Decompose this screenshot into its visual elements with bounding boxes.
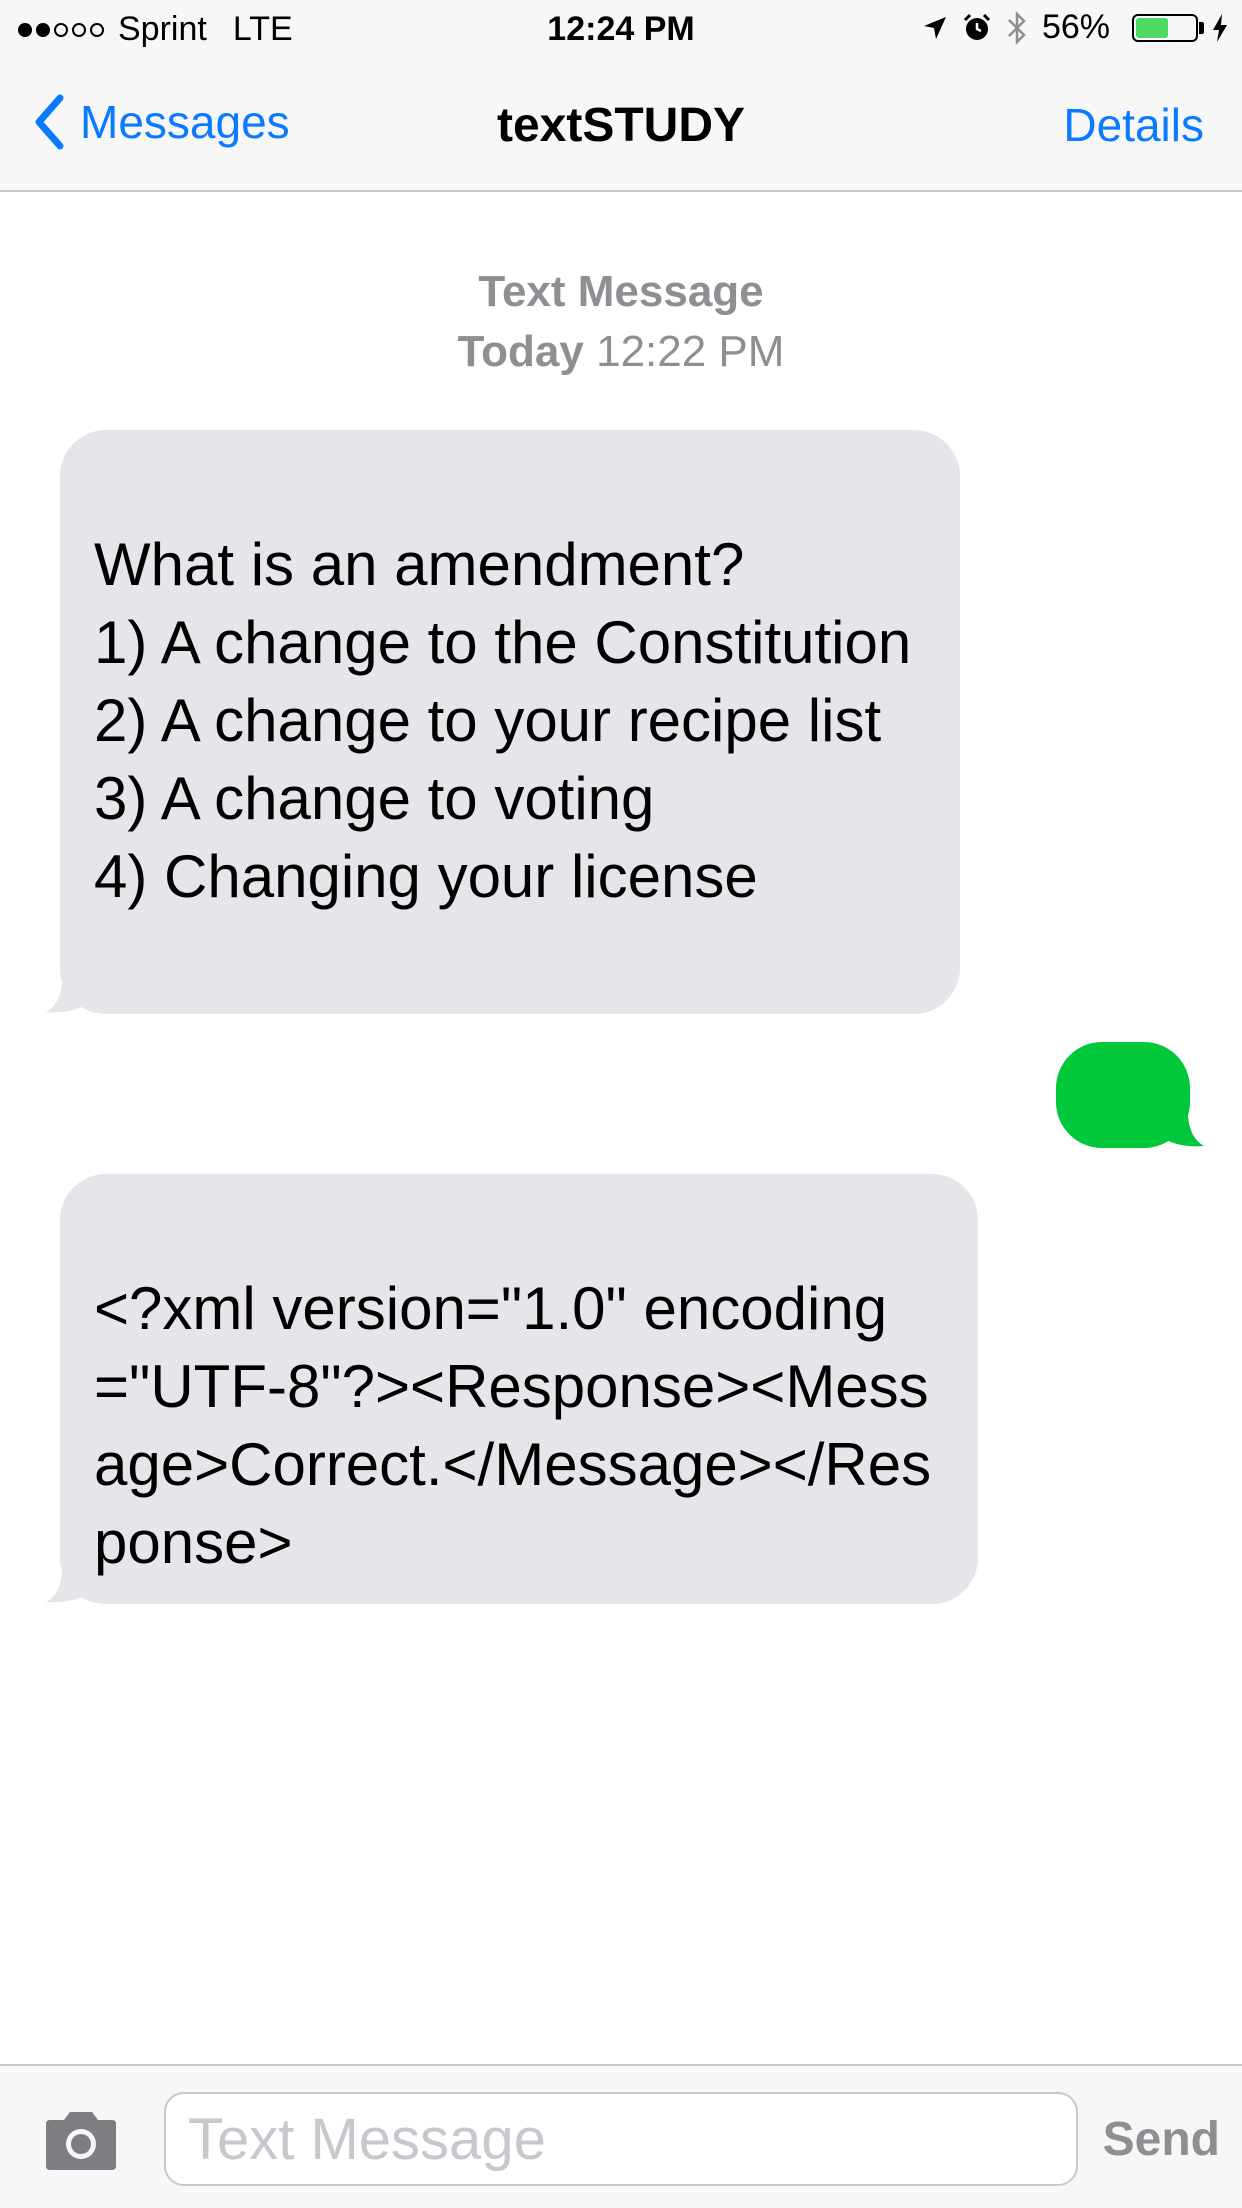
- bluetooth-icon: [1006, 10, 1028, 45]
- battery-fill: [1136, 17, 1168, 38]
- message-input[interactable]: [164, 2092, 1078, 2186]
- alarm-clock-icon: [962, 13, 992, 43]
- message-text: <?xml version="1.0" encoding="UTF-8"?><R…: [94, 1275, 932, 1576]
- message-input-bar: Send: [0, 2064, 1242, 2208]
- bubble-tail: [46, 1560, 88, 1603]
- status-bar: Sprint LTE 12:24 PM 56%: [0, 0, 1242, 60]
- message-text: What is an amendment? 1) A change to the…: [94, 531, 912, 910]
- received-message-bubble[interactable]: What is an amendment? 1) A change to the…: [60, 430, 960, 1014]
- bubble-tail: [1162, 1104, 1204, 1147]
- message-text: 1: [1106, 1139, 1140, 1206]
- bubble-tail: [46, 970, 88, 1013]
- send-button[interactable]: Send: [1103, 2112, 1220, 2167]
- charging-bolt-icon: [1212, 13, 1228, 42]
- received-message-bubble[interactable]: <?xml version="1.0" encoding="UTF-8"?><R…: [60, 1174, 978, 1604]
- details-button[interactable]: Details: [1063, 98, 1204, 152]
- message-kind-label: Text Message: [478, 267, 764, 316]
- message-timestamp-header: Text Message Today 12:22 PM: [0, 262, 1242, 382]
- message-time: 12:22 PM: [596, 327, 785, 376]
- battery-icon: [1124, 13, 1204, 42]
- conversation-title[interactable]: textSTUDY: [0, 98, 1242, 153]
- camera-icon: [46, 2112, 116, 2170]
- camera-button[interactable]: [42, 2112, 120, 2175]
- message-day: Today: [457, 327, 584, 376]
- location-arrow-icon: [922, 15, 948, 41]
- message-date-label: Today 12:22 PM: [0, 322, 1242, 382]
- navigation-bar: Messages textSTUDY Details: [0, 60, 1242, 192]
- status-right: 56%: [908, 8, 1228, 47]
- battery-percent: 56%: [1041, 8, 1110, 46]
